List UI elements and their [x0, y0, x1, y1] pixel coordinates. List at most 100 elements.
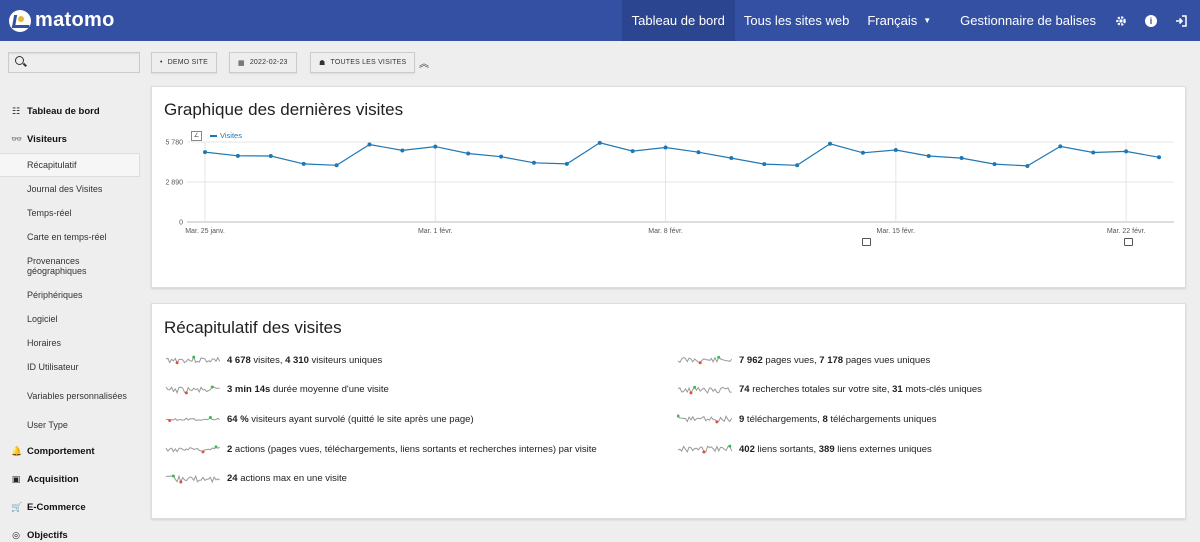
- summary-label: pages vues,: [762, 354, 820, 366]
- nav-dashboard[interactable]: Tableau de bord: [621, 0, 735, 41]
- bullet-icon: •: [160, 59, 163, 66]
- data-point[interactable]: [268, 153, 273, 158]
- sparkline[interactable]: [165, 383, 221, 397]
- summary-value: 31: [892, 384, 903, 396]
- chart-legend[interactable]: Visites: [210, 131, 242, 140]
- sidebar-item-locations[interactable]: Provenances géographiques: [0, 249, 140, 283]
- sidebar-category-ecommerce[interactable]: 🛒 E-Commerce: [0, 493, 140, 521]
- sparkline[interactable]: [677, 353, 733, 367]
- summary-row-text: 3 min 14s durée moyenne d'une visite: [227, 384, 389, 395]
- info-icon[interactable]: i: [1136, 0, 1166, 41]
- sparkline[interactable]: [165, 472, 221, 486]
- data-point[interactable]: [499, 154, 504, 159]
- data-point[interactable]: [1058, 144, 1063, 149]
- matomo-logo-icon: [9, 9, 31, 32]
- data-point[interactable]: [235, 153, 240, 158]
- data-point[interactable]: [729, 156, 734, 161]
- chevron-double-up-icon[interactable]: ︽: [419, 55, 429, 70]
- nav-tag-manager[interactable]: Gestionnaire de balises: [951, 0, 1106, 41]
- summary-value: 4 310: [285, 354, 309, 366]
- gear-icon[interactable]: [1106, 0, 1136, 41]
- sparkline[interactable]: [165, 412, 221, 426]
- sparkline[interactable]: [165, 353, 221, 367]
- data-point[interactable]: [959, 156, 964, 161]
- data-point[interactable]: [992, 162, 997, 167]
- data-point[interactable]: [795, 163, 800, 168]
- sign-out-icon[interactable]: [1166, 0, 1196, 41]
- sidebar-category-acquisition[interactable]: ▣ Acquisition: [0, 465, 140, 493]
- data-point[interactable]: [1157, 155, 1161, 160]
- data-point[interactable]: [926, 153, 931, 158]
- segment-selector-button[interactable]: ☗ TOUTES LES VISITES: [310, 52, 416, 73]
- data-point[interactable]: [630, 149, 635, 154]
- site-selector-button[interactable]: • DEMO SITE: [151, 52, 217, 73]
- data-point[interactable]: [1025, 163, 1030, 168]
- data-point[interactable]: [597, 140, 602, 145]
- data-point[interactable]: [828, 141, 833, 146]
- data-point[interactable]: [762, 162, 767, 167]
- segment-icon: ☗: [319, 59, 326, 67]
- matomo-logo[interactable]: matomo: [9, 0, 115, 41]
- sidebar-item-custom-variables[interactable]: Variables personnalisées: [0, 379, 140, 413]
- summary-value: 7 178: [819, 354, 844, 366]
- data-point[interactable]: [1091, 150, 1096, 155]
- data-point[interactable]: [433, 144, 438, 149]
- site-selector-label: DEMO SITE: [167, 59, 208, 66]
- data-point[interactable]: [696, 150, 701, 155]
- sparkline[interactable]: [165, 442, 221, 456]
- menu-search-input[interactable]: [8, 52, 140, 73]
- sidebar-item-user-id[interactable]: ID Utilisateur: [0, 355, 140, 379]
- legend-label: Visites: [220, 131, 242, 140]
- language-label: Français: [867, 13, 918, 28]
- summary-row-text: 2 actions (pages vues, téléchargements, …: [227, 444, 597, 455]
- data-point[interactable]: [466, 151, 471, 156]
- sidebar-category-behaviour[interactable]: 🔔 Comportement: [0, 437, 140, 465]
- data-point[interactable]: [1124, 149, 1129, 154]
- summary-value: 402: [739, 443, 755, 455]
- data-point[interactable]: [203, 150, 207, 155]
- sidebar-item-user-type[interactable]: User Type: [0, 413, 140, 437]
- summary-label: durée moyenne d'une visite: [270, 384, 389, 396]
- nav-all-websites[interactable]: Tous les sites web: [735, 0, 859, 41]
- data-point[interactable]: [334, 163, 339, 168]
- sidebar-item-overview[interactable]: Récapitulatif: [0, 153, 140, 177]
- behaviour-icon: 🔔: [11, 445, 23, 456]
- sidebar-item-software[interactable]: Logiciel: [0, 307, 140, 331]
- sidebar-item-real-time-map[interactable]: Carte en temps-réel: [0, 225, 140, 249]
- data-point[interactable]: [663, 145, 668, 150]
- sidebar-item-times[interactable]: Horaires: [0, 331, 140, 355]
- summary-label: actions max en une visite: [237, 473, 347, 485]
- data-point[interactable]: [301, 161, 306, 166]
- sparkline[interactable]: [677, 412, 733, 426]
- sidebar-category-goals[interactable]: ◎ Objectifs: [0, 521, 140, 542]
- sidebar-item-real-time[interactable]: Temps-réel: [0, 201, 140, 225]
- data-point[interactable]: [531, 160, 536, 165]
- summary-row: 402 liens sortants, 389 liens externes u…: [677, 442, 932, 456]
- sidebar-category-label: Tableau de bord: [27, 105, 100, 117]
- chart-type-selector-icon[interactable]: ∠: [191, 131, 202, 141]
- summary-value: 24: [227, 473, 238, 485]
- summary-value: 389: [818, 443, 835, 455]
- sidebar-item-devices[interactable]: Périphériques: [0, 283, 140, 307]
- sparkline[interactable]: [677, 442, 733, 456]
- date-selector-label: 2022-02-23: [249, 59, 288, 66]
- y-tick-label: 0: [179, 220, 183, 227]
- sidebar-category-visitors[interactable]: 👓 Visiteurs: [0, 125, 140, 153]
- acquisition-icon: ▣: [11, 473, 21, 484]
- summary-row-text: 4 678 visites, 4 310 visiteurs uniques: [227, 355, 382, 366]
- data-point[interactable]: [860, 150, 865, 155]
- data-point[interactable]: [893, 148, 898, 153]
- data-point[interactable]: [564, 161, 569, 166]
- annotation-icon[interactable]: [1124, 238, 1133, 246]
- sidebar-category-dashboard[interactable]: ☷ Tableau de bord: [0, 97, 140, 125]
- nav-language-selector[interactable]: Français ▼: [858, 0, 951, 41]
- sparkline[interactable]: [677, 383, 733, 397]
- summary-row: 64 % visiteurs ayant survolé (quitté le …: [165, 412, 474, 426]
- date-selector-button[interactable]: ▦ 2022-02-23: [229, 52, 297, 73]
- summary-row: 3 min 14s durée moyenne d'une visite: [165, 383, 389, 397]
- data-point[interactable]: [367, 142, 372, 147]
- evolution-line-chart[interactable]: 0 2 890 5 780 Mar. 25 janv. Mar. 1 févr. Mar.…: [152, 127, 1187, 307]
- data-point[interactable]: [400, 148, 405, 153]
- annotation-icon[interactable]: [862, 238, 871, 246]
- sidebar-item-visits-log[interactable]: Journal des Visites: [0, 177, 140, 201]
